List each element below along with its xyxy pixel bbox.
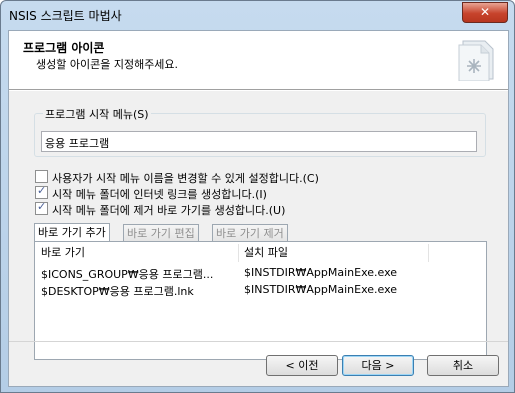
next-button[interactable]: 다음 > [342,355,414,376]
checkbox-box[interactable]: ✓ [35,184,48,199]
wizard-client: 프로그램 아이콘 생성할 아이콘을 지정해주세요. 프로그램 시작 메뉴(S) … [8,30,509,387]
option-label: 사용자가 시작 메뉴 이름을 변경할 수 있게 설정합니다.(C) [52,172,319,185]
window-title: NSIS 스크립트 마법사 [9,9,122,23]
page-title: 프로그램 아이콘 [23,41,105,55]
column-divider[interactable] [238,244,239,262]
tab-remove-shortcut[interactable]: 바로 가기 제거 [212,224,288,242]
tab-add-shortcut[interactable]: 바로 가기 추가 [34,223,110,242]
title-bar[interactable]: NSIS 스크립트 마법사 ✕ [1,1,514,29]
start-menu-input[interactable]: 응용 프로그램 [41,131,477,152]
checkmark-icon: ✓ [37,200,47,213]
column-header-install-file[interactable]: 설치 파일 [244,245,288,261]
table-cell[interactable]: $INSTDIR₩AppMainExe.exe [244,283,397,296]
back-button[interactable]: < 이전 [266,355,338,376]
start-menu-group: 프로그램 시작 메뉴(S) 응용 프로그램 [34,106,486,157]
checkmark-icon: ✓ [37,184,47,197]
header-divider [9,89,508,91]
option-label: 시작 메뉴 폴더에 인터넷 링크를 생성합니다.(I) [52,188,267,201]
document-gear-icon [458,40,494,81]
start-menu-label: 프로그램 시작 메뉴(S) [43,106,151,122]
column-divider[interactable] [428,244,429,262]
wizard-window: NSIS 스크립트 마법사 ✕ 프로그램 아이콘 생성할 아이콘을 지정해주세요… [0,0,515,393]
table-cell[interactable]: $ICONS_GROUP₩응용 프로그램... [41,266,213,282]
wizard-header: 프로그램 아이콘 생성할 아이콘을 지정해주세요. [9,31,508,89]
footer-divider [9,341,508,342]
checkbox-box[interactable] [35,170,48,183]
table-cell[interactable]: $INSTDIR₩AppMainExe.exe [244,266,397,279]
table-cell[interactable]: $DESKTOP₩응용 프로그램.lnk [41,283,194,299]
option-label: 시작 메뉴 폴더에 제거 바로 가기를 생성합니다.(U) [52,204,286,217]
close-button[interactable]: ✕ [462,2,508,23]
page-subtitle: 생성할 아이콘을 지정해주세요. [36,58,179,71]
tab-edit-shortcut[interactable]: 바로 가기 편집 [123,224,199,242]
cancel-button[interactable]: 취소 [427,355,499,376]
column-header-shortcut[interactable]: 바로 가기 [41,245,85,261]
shortcut-list[interactable]: 바로 가기 설치 파일 $ICONS_GROUP₩응용 프로그램... $INS… [34,241,487,360]
close-icon: ✕ [479,5,491,19]
start-menu-value: 응용 프로그램 [45,137,110,150]
checkbox-box[interactable]: ✓ [35,200,48,215]
